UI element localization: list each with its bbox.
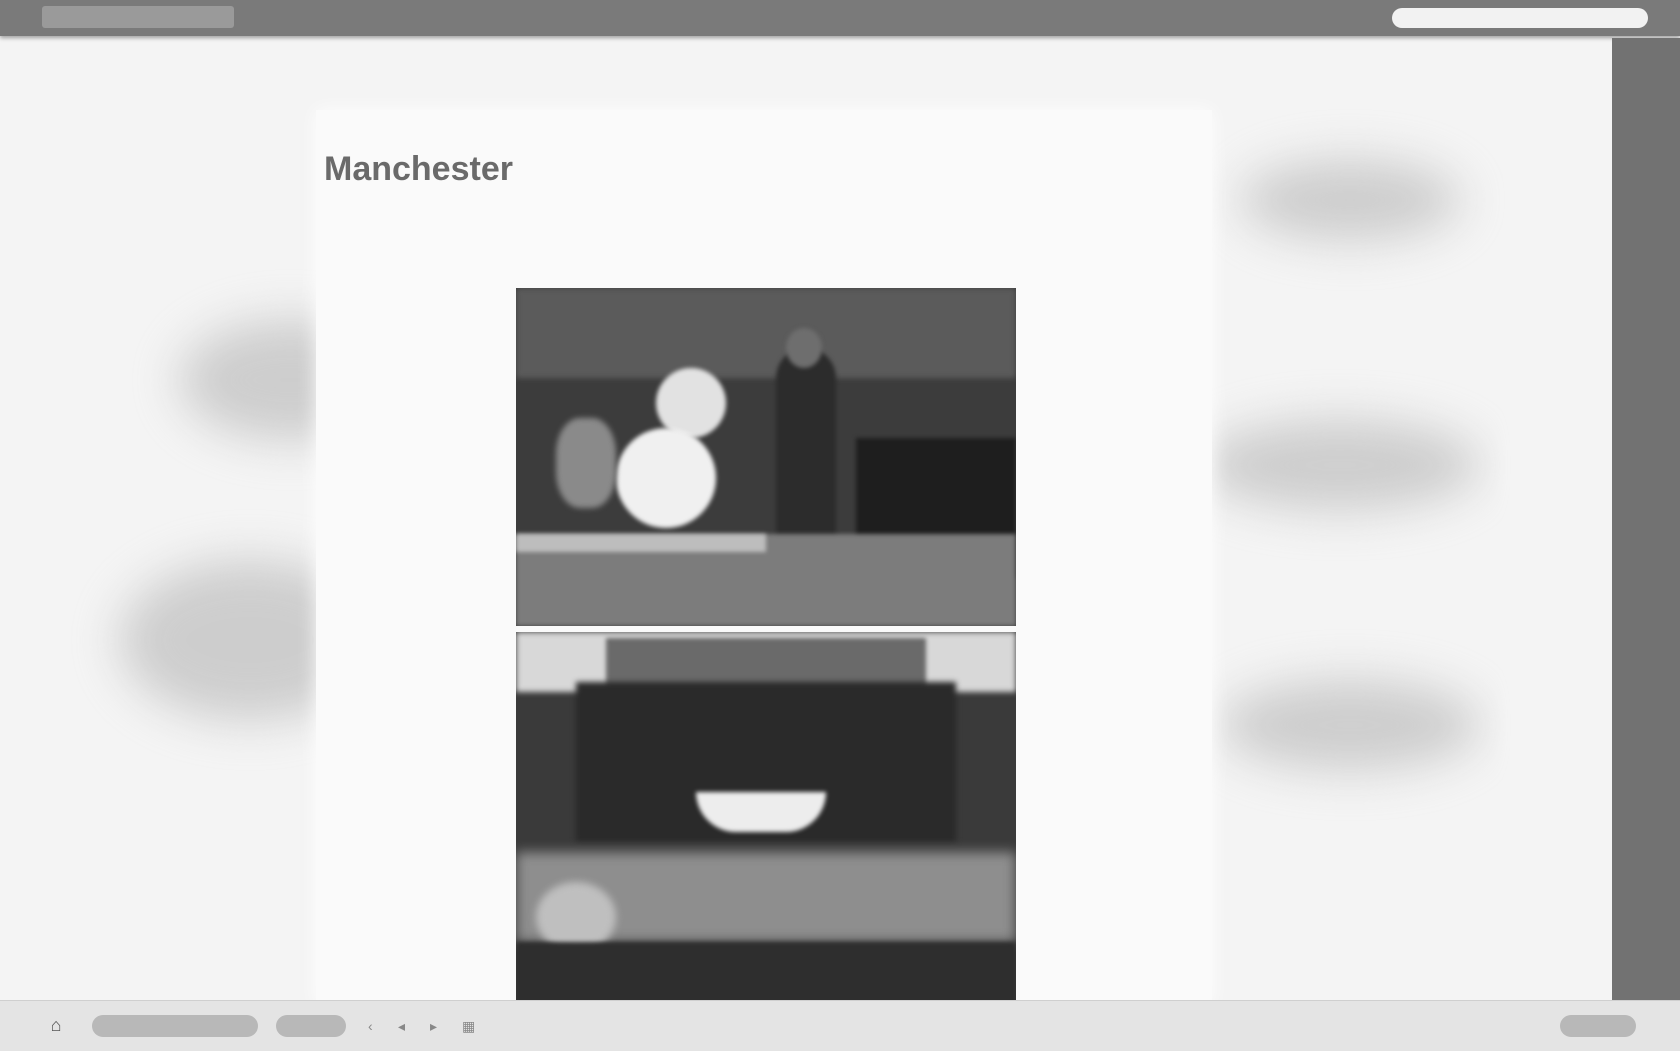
- grid-icon[interactable]: ▦: [462, 1015, 475, 1037]
- sidebar-item-5[interactable]: [1626, 160, 1666, 176]
- site-logo[interactable]: [42, 6, 234, 28]
- end-toolbar-button[interactable]: [1560, 1015, 1636, 1037]
- sidebar-item-4[interactable]: [1626, 138, 1666, 154]
- forward-icon[interactable]: ▸: [430, 1015, 437, 1037]
- bottom-toolbar: ⌂ ‹ ◂ ▸ ▦: [0, 1000, 1680, 1051]
- search-input[interactable]: [1392, 8, 1648, 28]
- right-sidebar: [1612, 38, 1680, 1000]
- sidebar-item-7[interactable]: [1626, 204, 1666, 220]
- sidebar-item-3[interactable]: [1626, 116, 1666, 132]
- sidebar-item-1[interactable]: [1626, 72, 1666, 88]
- sidebar-item-2[interactable]: [1626, 94, 1666, 110]
- top-navigation-bar: [0, 0, 1680, 36]
- home-icon[interactable]: ⌂: [46, 1015, 66, 1035]
- main-nav: [600, 0, 920, 36]
- rewind-icon[interactable]: ◂: [398, 1015, 405, 1037]
- page-title: Manchester: [324, 150, 513, 188]
- secondary-toolbar-button[interactable]: [276, 1015, 346, 1037]
- concert-photo-stage[interactable]: [516, 288, 1016, 626]
- concert-photo-crowd[interactable]: [516, 632, 1016, 1010]
- sidebar-item-6[interactable]: [1626, 182, 1666, 198]
- previous-icon[interactable]: ‹: [368, 1015, 373, 1037]
- article-panel: Manchester: [316, 110, 1212, 1010]
- primary-toolbar-button[interactable]: [92, 1015, 258, 1037]
